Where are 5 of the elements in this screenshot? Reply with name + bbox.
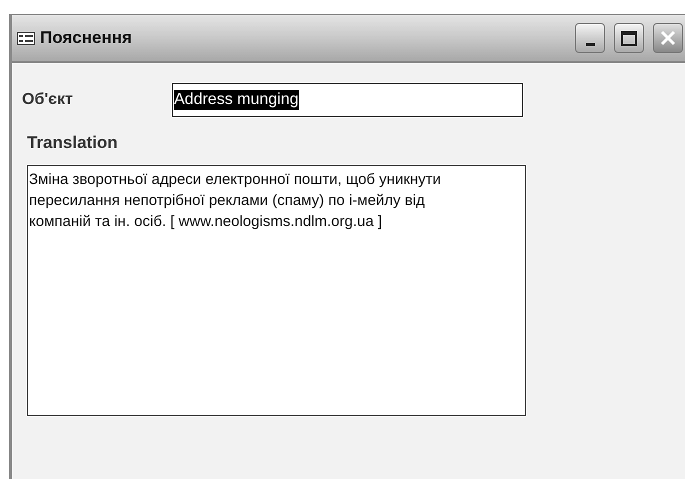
- input-field[interactable]: Address munging: [172, 83, 523, 117]
- field-label: Об'єкт: [22, 90, 74, 110]
- field-label: Translation: [27, 132, 119, 154]
- window-title: Пояснення: [40, 27, 132, 50]
- text-area[interactable]: Зміна зворотньої адреси електронної пошти, щоб уникнути пересилання непотрібної реклами (спаму) по і-мейлу від компаній та ін. осіб. [ www.neologisms.ndlm.org.ua ]: [27, 164, 526, 416]
